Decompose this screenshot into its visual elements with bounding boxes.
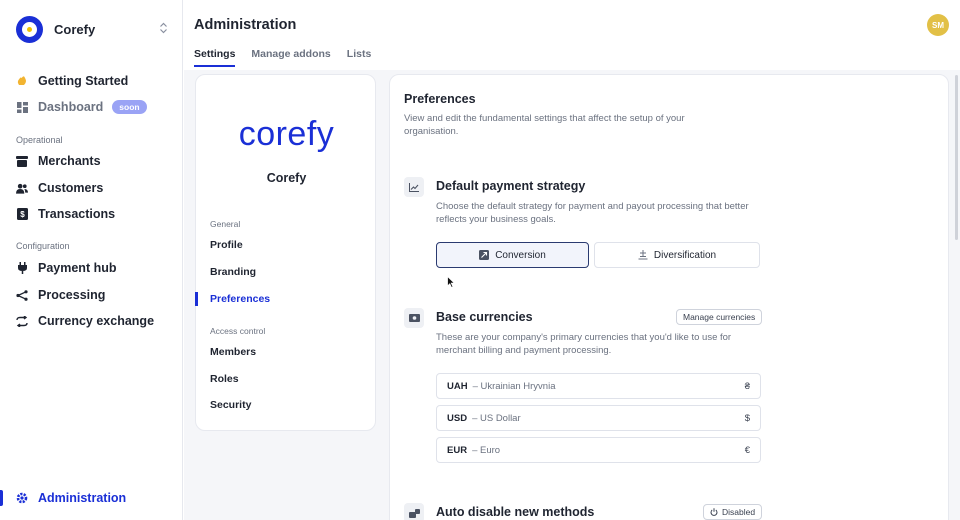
currency-code: UAH bbox=[447, 380, 468, 392]
currency-code: USD bbox=[447, 412, 468, 424]
org-switcher[interactable]: Corefy bbox=[16, 16, 168, 43]
org-settings-card: corefy Corefy General Profile Branding P… bbox=[195, 74, 376, 431]
currency-code: EUR bbox=[447, 444, 468, 456]
tab-lists[interactable]: Lists bbox=[347, 48, 372, 67]
exchange-icon bbox=[16, 315, 28, 327]
currency-name: – Ukrainian Hryvnia bbox=[472, 380, 556, 392]
tab-manage-addons[interactable]: Manage addons bbox=[251, 48, 330, 67]
section-title-general: General bbox=[210, 219, 241, 229]
active-indicator bbox=[0, 490, 3, 506]
nav-label: Payment hub bbox=[38, 261, 117, 275]
corefy-logo-icon bbox=[16, 16, 43, 43]
currency-symbol: $ bbox=[744, 412, 750, 424]
banknote-icon bbox=[404, 308, 424, 328]
org-name: Corefy bbox=[54, 22, 96, 37]
chevron-up-down-icon[interactable] bbox=[159, 22, 168, 35]
tab-bar: Settings Manage addons Lists bbox=[194, 48, 387, 67]
svg-text:$: $ bbox=[20, 210, 25, 219]
nav-label: Processing bbox=[38, 288, 106, 302]
nav-merchants[interactable]: Merchants bbox=[16, 152, 101, 170]
nav-processing[interactable]: Processing bbox=[16, 286, 105, 304]
nav-label: Transactions bbox=[38, 207, 116, 221]
page-title: Administration bbox=[194, 17, 297, 33]
settings-item-profile[interactable]: Profile bbox=[210, 239, 243, 251]
org-wordmark: corefy bbox=[238, 115, 335, 153]
route-icon bbox=[16, 289, 28, 301]
auto-disable-toggle[interactable]: Disabled bbox=[703, 504, 763, 520]
currency-row: USD – US Dollar $ bbox=[436, 405, 761, 431]
preferences-title: Preferences bbox=[404, 92, 476, 106]
dashboard-icon bbox=[16, 101, 28, 113]
settings-item-roles[interactable]: Roles bbox=[210, 373, 239, 385]
users-icon bbox=[16, 182, 28, 194]
nav-administration[interactable]: Administration bbox=[16, 489, 126, 507]
chart-line-icon bbox=[404, 177, 424, 197]
strategy-option-conversion[interactable]: Conversion bbox=[436, 242, 589, 268]
nav-currency-exchange[interactable]: Currency exchange bbox=[16, 312, 154, 330]
currency-row: UAH – Ukrainian Hryvnia ₴ bbox=[436, 373, 761, 399]
nav-label: Customers bbox=[38, 181, 104, 195]
nav-getting-started[interactable]: Getting Started bbox=[16, 72, 128, 90]
payment-strategy-title: Default payment strategy bbox=[436, 179, 586, 193]
currency-row: EUR – Euro € bbox=[436, 437, 761, 463]
auto-disable-title: Auto disable new methods bbox=[436, 505, 595, 519]
soon-badge: soon bbox=[112, 100, 147, 114]
section-title-access-control: Access control bbox=[210, 326, 266, 336]
nav-label: Currency exchange bbox=[38, 314, 155, 328]
currency-name: – Euro bbox=[472, 444, 501, 456]
power-icon bbox=[710, 508, 718, 516]
scrollbar[interactable] bbox=[955, 75, 958, 240]
auto-disable-status: Disabled bbox=[722, 507, 756, 517]
payment-strategy-description: Choose the default strategy for payment … bbox=[436, 201, 749, 225]
strategy-option-label: Diversification bbox=[653, 249, 717, 261]
preferences-description: View and edit the fundamental settings t… bbox=[404, 113, 685, 137]
currency-symbol: ₴ bbox=[744, 380, 750, 392]
plug-icon bbox=[16, 262, 28, 274]
mouse-cursor-icon bbox=[447, 275, 456, 293]
currency-name: – US Dollar bbox=[472, 412, 521, 424]
nav-customers[interactable]: Customers bbox=[16, 179, 103, 197]
base-currencies-description: These are your company's primary currenc… bbox=[436, 332, 732, 356]
currency-symbol: € bbox=[744, 444, 750, 456]
strategy-option-label: Conversion bbox=[495, 249, 546, 261]
settings-item-branding[interactable]: Branding bbox=[210, 266, 256, 278]
nav-transactions[interactable]: $ Transactions bbox=[16, 205, 115, 223]
nav-label: Merchants bbox=[38, 154, 101, 168]
nav-label: Getting Started bbox=[38, 74, 129, 88]
preferences-card: Preferences View and edit the fundamenta… bbox=[389, 74, 949, 520]
settings-item-preferences[interactable]: Preferences bbox=[210, 293, 270, 305]
section-title-operational: Operational bbox=[16, 135, 63, 145]
base-currencies-title: Base currencies bbox=[436, 310, 533, 324]
gear-icon bbox=[16, 492, 28, 504]
nav-payment-hub[interactable]: Payment hub bbox=[16, 259, 117, 277]
section-title-configuration: Configuration bbox=[16, 241, 70, 251]
active-indicator bbox=[195, 292, 198, 306]
nav-label: Administration bbox=[38, 491, 127, 505]
settings-item-security[interactable]: Security bbox=[210, 399, 251, 411]
store-icon bbox=[16, 155, 28, 167]
settings-item-members[interactable]: Members bbox=[210, 346, 256, 358]
sidebar: Corefy Getting Started Dashboard soon Op… bbox=[0, 0, 183, 520]
org-card-name: Corefy bbox=[266, 171, 307, 185]
nav-dashboard[interactable]: Dashboard soon bbox=[16, 98, 147, 116]
methods-icon bbox=[404, 503, 424, 520]
conversion-icon bbox=[479, 250, 490, 260]
manage-currencies-button[interactable]: Manage currencies bbox=[676, 309, 763, 325]
receipt-icon: $ bbox=[16, 208, 28, 220]
wave-hand-icon bbox=[16, 75, 28, 87]
diversification-icon bbox=[638, 250, 648, 260]
avatar[interactable]: SM bbox=[927, 14, 949, 36]
nav-label: Dashboard bbox=[38, 100, 104, 114]
strategy-option-diversification[interactable]: Diversification bbox=[594, 242, 760, 268]
tab-settings[interactable]: Settings bbox=[194, 48, 236, 67]
